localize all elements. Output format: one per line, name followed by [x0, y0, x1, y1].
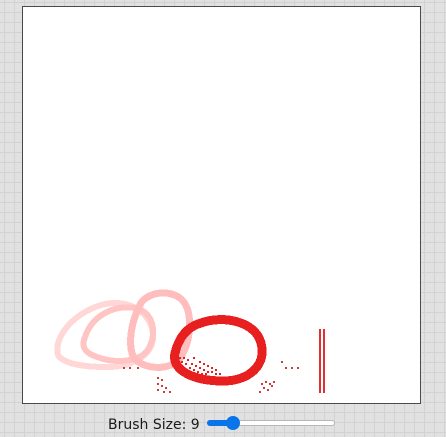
faded-stroke-group — [54, 289, 193, 371]
brush-size-slider[interactable] — [207, 416, 336, 430]
brush-size-label: Brush Size: 9 — [108, 417, 200, 433]
controls-bar: Brush Size: 9 — [0, 412, 446, 436]
slider-thumb[interactable] — [226, 416, 240, 430]
canvas-drawing — [54, 289, 325, 393]
drawing-canvas[interactable] — [22, 6, 421, 404]
vertical-lines — [319, 329, 325, 393]
